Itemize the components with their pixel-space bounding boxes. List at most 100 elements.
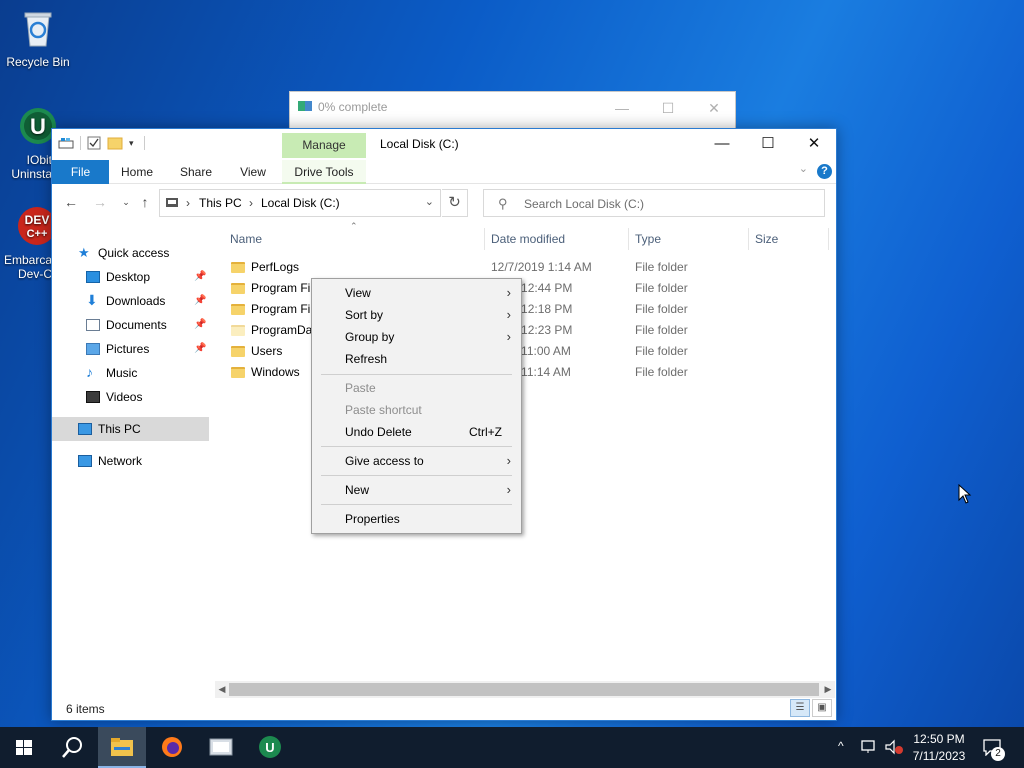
menu-item-give-access-to[interactable]: Give access to › (312, 450, 521, 472)
menu-item-paste[interactable]: Paste (312, 377, 521, 399)
clock-time[interactable]: 12:50 PM (905, 732, 973, 746)
menu-item-refresh[interactable]: Refresh (312, 348, 521, 370)
file-type: File folder (635, 302, 688, 316)
pin-icon: 📌 (194, 271, 207, 282)
scroll-right-icon[interactable]: ▶ (821, 681, 835, 698)
desktop-icon-recycle-bin[interactable]: Recycle Bin (0, 8, 76, 69)
menu-separator (321, 374, 512, 375)
properties-icon[interactable] (87, 136, 101, 150)
pin-icon: 📌 (194, 295, 207, 306)
menu-item-undo-delete[interactable]: Undo Delete Ctrl+Z (312, 421, 521, 443)
copy-progress-dialog[interactable]: 0% complete — ☐ ✕ (289, 91, 736, 131)
breadcrumb-separator[interactable]: › (186, 196, 190, 210)
show-hidden-icons-icon[interactable]: ^ (838, 739, 844, 753)
column-divider[interactable] (484, 228, 485, 250)
nav-label: Music (106, 366, 138, 380)
nav-label: Videos (106, 390, 143, 404)
customize-toolbar-icon[interactable]: ▾ (129, 138, 134, 149)
menu-item-properties[interactable]: Properties (312, 508, 521, 530)
up-button[interactable]: ↑ (134, 191, 156, 213)
breadcrumb-this-pc[interactable]: This PC (199, 196, 242, 210)
nav-item-this-pc[interactable]: This PC (52, 417, 209, 441)
refresh-button[interactable]: ↻ (442, 189, 468, 217)
maximize-icon[interactable]: ☐ (645, 96, 691, 120)
network-status-icon[interactable] (860, 739, 878, 755)
search-box[interactable]: ⚲ Search Local Disk (C:) (483, 189, 825, 217)
nav-item-documents[interactable]: Documents 📌 (80, 313, 238, 337)
svg-text:U: U (30, 114, 46, 139)
clock-date[interactable]: 7/11/2023 (905, 749, 973, 763)
taskbar-iobit[interactable]: U (246, 727, 294, 768)
horizontal-scrollbar[interactable]: ◀ ▶ (215, 681, 835, 698)
scroll-left-icon[interactable]: ◀ (215, 681, 229, 698)
taskbar-firefox[interactable] (148, 727, 196, 768)
expand-ribbon-icon[interactable]: ⌄ (799, 162, 808, 175)
drive-icon[interactable] (58, 136, 74, 150)
start-button[interactable] (0, 727, 48, 768)
minimize-button[interactable]: — (699, 129, 745, 159)
column-divider[interactable] (748, 228, 749, 250)
tab-manage[interactable]: Manage (282, 133, 366, 158)
taskbar-copy-dialog[interactable] (198, 727, 246, 768)
svg-text:DEV: DEV (25, 213, 50, 227)
menu-item-label: Sort by (345, 308, 384, 322)
file-explorer-icon (111, 738, 133, 756)
close-icon[interactable]: ✕ (691, 96, 737, 120)
column-header-name[interactable]: Name (230, 229, 262, 249)
network-icon (78, 455, 92, 467)
tab-share[interactable]: Share (176, 160, 216, 184)
details-view-icon[interactable]: ☰ (790, 699, 810, 717)
back-button[interactable]: ← (60, 191, 82, 213)
tab-home[interactable]: Home (118, 160, 156, 184)
menu-item-group-by[interactable]: Group by › (312, 326, 521, 348)
nav-item-pictures[interactable]: Pictures 📌 (80, 337, 238, 361)
column-header-type[interactable]: Type (635, 229, 661, 249)
folder-icon (231, 367, 245, 378)
address-bar[interactable]: › This PC › Local Disk (C:) ⌄ (159, 189, 441, 217)
taskbar-file-explorer[interactable] (98, 727, 146, 768)
file-row[interactable]: PerfLogs 12/7/2019 1:14 AM File folder (224, 257, 824, 278)
submenu-arrow-icon: › (506, 482, 511, 497)
breadcrumb-local-disk[interactable]: Local Disk (C:) (261, 196, 340, 210)
window-title: Local Disk (C:) (380, 137, 459, 151)
tab-drive-tools[interactable]: Drive Tools (282, 160, 366, 184)
toolbar-divider (80, 136, 81, 150)
file-type: File folder (635, 323, 688, 337)
column-header-size[interactable]: Size (755, 229, 778, 249)
new-folder-icon[interactable] (107, 136, 123, 150)
menu-item-label: Refresh (345, 352, 388, 366)
menu-item-paste-shortcut[interactable]: Paste shortcut (312, 399, 521, 421)
maximize-button[interactable]: ☐ (745, 129, 791, 159)
nav-quick-access[interactable]: ★ Quick access (72, 241, 230, 265)
submenu-arrow-icon: › (506, 453, 511, 468)
title-bar[interactable]: ▾ Manage Local Disk (C:) — ☐ ✕ (52, 129, 836, 161)
menu-item-label: Give access to (345, 454, 424, 468)
breadcrumb-separator[interactable]: › (249, 196, 253, 210)
nav-item-music[interactable]: ♪ Music (80, 361, 238, 385)
forward-button[interactable]: → (89, 191, 111, 213)
column-divider[interactable] (628, 228, 629, 250)
help-icon[interactable]: ? (817, 164, 832, 179)
tab-file[interactable]: File (52, 160, 109, 184)
minimize-icon[interactable]: — (599, 96, 645, 120)
nav-item-videos[interactable]: Videos (80, 385, 238, 409)
nav-item-downloads[interactable]: ⬇ Downloads 📌 (80, 289, 238, 313)
scrollbar-thumb[interactable] (229, 683, 819, 696)
iobit-uninstaller-icon: U (259, 736, 281, 758)
tab-view[interactable]: View (235, 160, 271, 184)
close-button[interactable]: ✕ (791, 129, 837, 159)
column-header-date-modified[interactable]: Date modified (491, 229, 565, 249)
large-icons-view-icon[interactable]: ▣ (812, 699, 832, 717)
menu-item-sort-by[interactable]: Sort by › (312, 304, 521, 326)
menu-item-new[interactable]: New › (312, 479, 521, 501)
taskbar: U ^ 12:50 PM 7/11/2023 (0, 727, 1024, 768)
volume-muted-icon[interactable] (884, 739, 904, 755)
search-button[interactable] (48, 727, 96, 768)
menu-item-view[interactable]: View › (312, 282, 521, 304)
chevron-down-icon[interactable]: ⌄ (425, 195, 434, 208)
column-divider[interactable] (828, 228, 829, 250)
nav-item-desktop[interactable]: Desktop 📌 (80, 265, 238, 289)
menu-item-label: View (345, 286, 371, 300)
nav-item-network[interactable]: Network (72, 449, 230, 473)
svg-text:C++: C++ (27, 228, 48, 240)
